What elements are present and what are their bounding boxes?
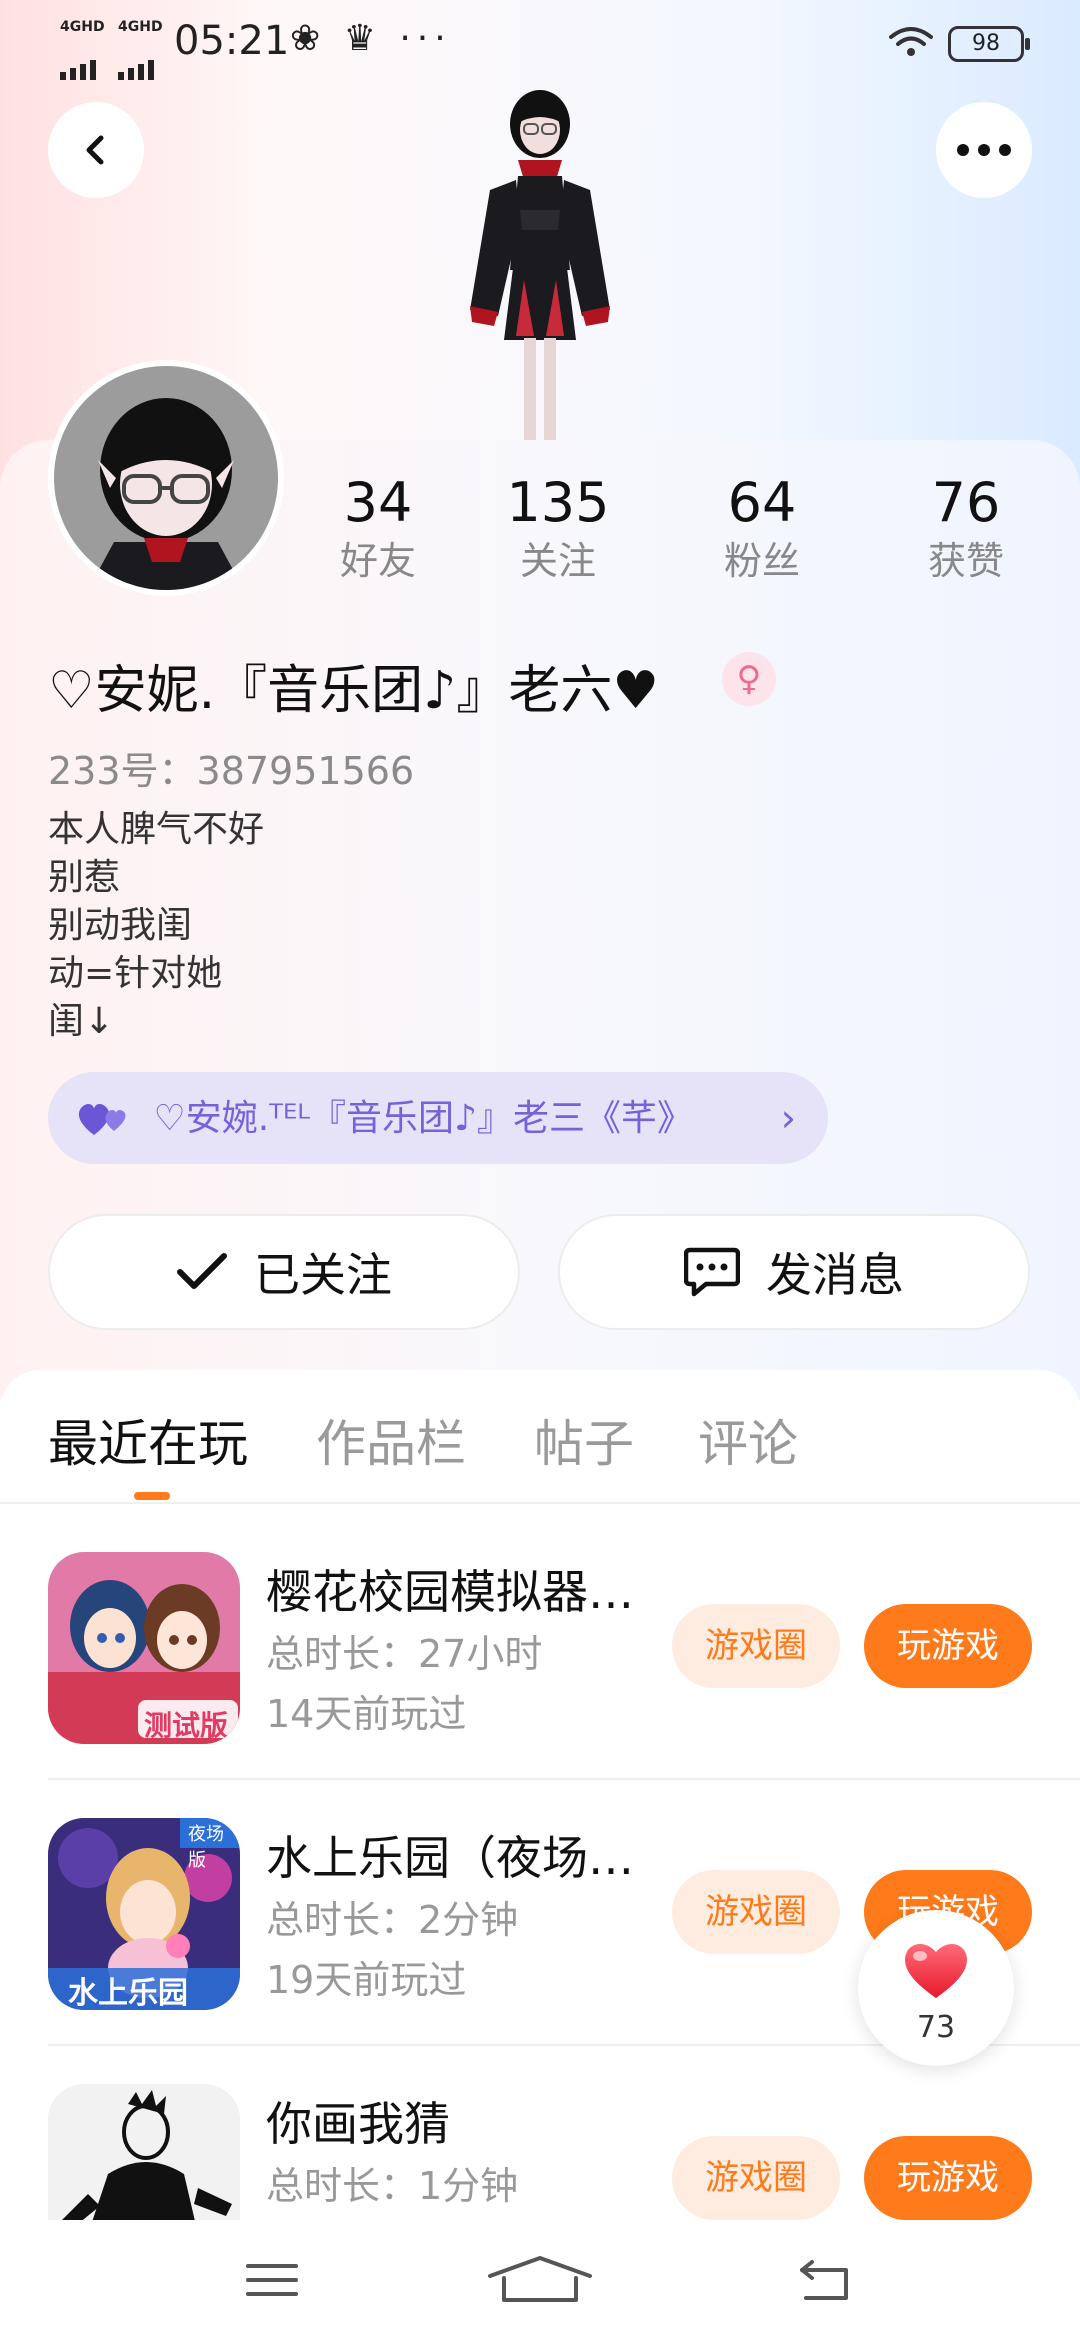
floating-like-button[interactable]: 73 [858, 1910, 1014, 2066]
more-button[interactable] [936, 102, 1032, 198]
system-navigation-bar [0, 2220, 1080, 2340]
menu-icon[interactable] [244, 2260, 300, 2300]
heart-icon [905, 1943, 967, 1998]
stat-following[interactable]: 135 关注 [468, 470, 648, 586]
back-nav-icon[interactable] [796, 2258, 852, 2302]
status-time: 05:21 [174, 18, 290, 64]
followed-label: 已关注 [254, 1248, 392, 1302]
stat-friends[interactable]: 34 好友 [288, 470, 468, 586]
game-meta: 总时长：27小时 14天前玩过 [266, 1624, 542, 1744]
game-title: 水上乐园（夜场… [266, 1831, 634, 1885]
game-duration: 总时长：2分钟 [266, 1898, 519, 1942]
tab-posts[interactable]: 帖子 [534, 1404, 634, 1476]
chevron-right-icon: › [780, 1096, 796, 1140]
active-tab-indicator [134, 1492, 170, 1500]
bio-line: 别惹 [48, 857, 121, 898]
game-circle-button[interactable]: 游戏圈 [672, 1870, 840, 1954]
game-meta: 总时长：2分钟 19天前玩过 [266, 1890, 518, 2010]
game-duration: 总时长：1分钟 [266, 2164, 519, 2208]
stat-value: 135 [506, 471, 610, 534]
send-message-label: 发消息 [766, 1248, 904, 1302]
female-gender-icon: ♀ [722, 652, 776, 706]
like-count: 73 [916, 2010, 956, 2045]
game-circle-button[interactable]: 游戏圈 [672, 2136, 840, 2220]
bio-line: 本人脾气不好 [48, 809, 265, 850]
check-icon [177, 1253, 227, 1289]
bio-line: 闺↓ [48, 1001, 115, 1042]
profile-bio: 本人脾气不好 别惹 别动我闺 动=针对她 闺↓ [48, 806, 264, 1046]
game-icon [48, 2084, 240, 2220]
tabs-divider [0, 1502, 1080, 1504]
relationship-link[interactable]: ♡安婉.ᵀᴱᴸ『音乐团♪』老三《芊》 › [48, 1072, 828, 1164]
game-last-played: 14天前玩过 [266, 1692, 467, 1736]
relationship-text: ♡安婉.ᵀᴱᴸ『音乐团♪』老三《芊》 [153, 1098, 693, 1139]
stat-label: 关注 [519, 539, 596, 583]
signal-icon [60, 36, 100, 80]
bio-line: 动=针对她 [48, 953, 223, 994]
game-icon: 水上乐园 夜场版 [48, 1818, 240, 2010]
followed-button[interactable]: 已关注 [48, 1214, 520, 1330]
tab-comments[interactable]: 评论 [698, 1404, 798, 1476]
tab-recently-played[interactable]: 最近在玩 [48, 1404, 248, 1476]
avatar-character-figure [470, 90, 610, 440]
stat-value: 76 [931, 471, 1001, 534]
stat-label: 粉丝 [723, 539, 800, 583]
game-list-item[interactable]: 你画我猜 总时长：1分钟 游戏圈 玩游戏 [0, 2040, 1080, 2220]
game-meta: 总时长：1分钟 [266, 2156, 518, 2216]
network-type-1: 4GHD [60, 19, 105, 35]
double-heart-icon [78, 1103, 126, 1135]
game-icon-corner: 夜场版 [188, 1824, 224, 1871]
more-horizontal-icon [957, 144, 1011, 156]
game-icon: 测试版 [48, 1552, 240, 1744]
play-game-button[interactable]: 玩游戏 [864, 2136, 1032, 2220]
wifi-icon [888, 24, 934, 68]
tab-works[interactable]: 作品栏 [316, 1404, 466, 1476]
avatar[interactable] [48, 360, 284, 596]
game-title: 你画我猜 [266, 2097, 450, 2151]
network-type-2: 4GHD [118, 19, 163, 35]
stat-value: 64 [727, 471, 797, 534]
user-id: 233号：387951566 [48, 749, 415, 793]
stat-label: 好友 [339, 539, 416, 583]
game-icon-badge: 水上乐园 [68, 1976, 188, 2010]
stat-value: 34 [343, 471, 413, 534]
game-last-played: 19天前玩过 [266, 1958, 467, 2002]
profile-name: ♡安妮.『音乐团♪』老六♥ [48, 661, 659, 721]
bio-line: 别动我闺 [48, 905, 193, 946]
game-title: 樱花校园模拟器… [266, 1565, 634, 1619]
chevron-left-icon [86, 135, 104, 165]
back-button[interactable] [48, 102, 144, 198]
avatar-image [54, 366, 278, 590]
game-icon-badge: 测试版 [144, 1709, 229, 1742]
battery-indicator: 98 [948, 26, 1030, 62]
signal-icon [118, 36, 158, 80]
game-duration: 总时长：27小时 [266, 1632, 543, 1676]
home-icon[interactable] [484, 2254, 596, 2306]
game-circle-button[interactable]: 游戏圈 [672, 1604, 840, 1688]
send-message-button[interactable]: 发消息 [558, 1214, 1030, 1330]
status-bar: 4GHD 4GHD 05:21 ❀ ♛ ··· 98 [0, 0, 1080, 84]
stat-likes[interactable]: 76 获赞 [876, 470, 1056, 586]
game-list-item[interactable]: 测试版 樱花校园模拟器… 总时长：27小时 14天前玩过 游戏圈 玩游戏 [0, 1508, 1080, 1774]
notification-icons: ❀ ♛ ··· [290, 18, 452, 59]
stat-label: 获赞 [927, 539, 1004, 583]
play-game-button[interactable]: 玩游戏 [864, 1604, 1032, 1688]
stat-fans[interactable]: 64 粉丝 [672, 470, 852, 586]
message-icon [684, 1247, 740, 1297]
